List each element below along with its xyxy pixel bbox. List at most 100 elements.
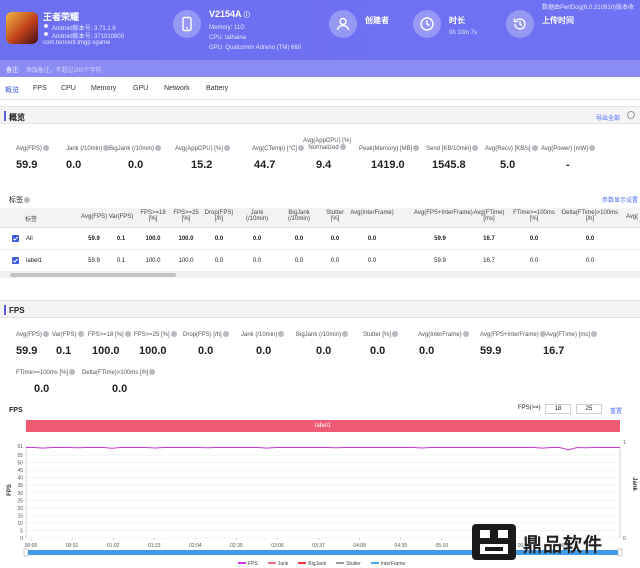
y2-axis-title: Jank [630,477,637,491]
table-horizontal-scrollbar[interactable] [0,272,640,278]
export-all-link[interactable]: 导出全部 [596,113,620,122]
help-icon[interactable] [149,369,156,375]
table-cell: 0.0 [529,258,539,264]
table-header-cell[interactable]: Avg( [622,214,640,220]
legend-label: Stutter [346,561,361,567]
help-icon[interactable] [342,331,349,337]
fps-metric-value: 0.0 [198,345,214,357]
table-header-cell[interactable]: FPS>=25 [%] [170,210,202,222]
fps-metric-value: 100.0 [92,345,120,357]
user-icon [329,10,357,38]
y-tick-label: 0 [20,536,23,542]
help-icon[interactable] [591,331,598,337]
legend-item[interactable]: Jank [267,561,288,567]
help-icon[interactable] [531,145,538,151]
tab-overview[interactable]: 概览 [5,85,19,95]
help-icon[interactable] [413,145,420,151]
help-icon[interactable] [42,331,49,337]
overview-metric-value: 9.4 [316,159,332,171]
x-tick-label: 02:04 [189,543,202,549]
table-header-cell[interactable]: Avg(InterFrame) [348,210,396,216]
tab-cpu[interactable]: CPU [61,85,76,92]
table-header-cell[interactable]: Avg(FPS) [80,214,108,220]
help-icon[interactable] [222,331,229,337]
help-icon[interactable] [539,331,546,337]
reset-link[interactable]: 重置 [610,406,622,415]
y-tick-label: 55 [17,453,23,459]
legend-label: InterFrame [380,561,406,567]
fps-threshold-input-2[interactable]: 25 [576,404,602,414]
table-row[interactable]: label1 59.9 0.1 100.0 100.0 0.0 0.0 0.0 0.0 0.0 59… [0,250,640,272]
y-tick-label: 25 [17,498,23,504]
row-checkbox[interactable] [12,257,19,264]
legend-item[interactable]: Stutter [336,561,361,567]
x-tick-label: 02:35 [230,543,243,549]
row-checkbox[interactable] [12,235,19,242]
legend-item[interactable]: FPS [238,561,258,567]
fps-metric-label: Avg(FPS+InterFrame) [480,331,546,338]
fps-threshold-input-1[interactable]: 18 [545,404,571,414]
help-icon[interactable] [472,145,479,151]
help-icon[interactable] [462,331,469,337]
help-icon[interactable] [278,331,285,337]
tab-gpu[interactable]: GPU [133,85,148,92]
x-tick-label: 00:00 [25,543,38,549]
table-header-cell[interactable]: Stutter [%] [322,210,348,222]
legend-swatch [336,562,345,564]
note-input[interactable]: 添加备注，不超过200个字符 [26,68,102,74]
table-row[interactable]: All 59.9 0.1 100.0 100.0 0.0 0.0 0.0 0.0 0.0 59.9 1… [0,228,640,250]
table-header-cell[interactable]: 标签 [22,214,40,223]
table-cell: 0.0 [585,258,595,264]
help-icon[interactable] [42,145,49,151]
tab-memory[interactable]: Memory [91,85,116,92]
y2-tick-label: 0 [623,536,626,542]
table-cell: 0.0 [294,258,304,264]
table-header-cell[interactable]: Delta(FTime)>100ms [/h] [560,210,620,222]
overview-metric-label: Avg(AppCPU) [%] [175,145,230,152]
y2-tick-label: 1 [623,440,626,446]
help-icon[interactable] [69,369,76,375]
help-icon[interactable] [588,145,595,151]
phone-icon [173,10,201,38]
legend-swatch [267,562,276,564]
tab-network[interactable]: Network [164,85,190,92]
tab-fps[interactable]: FPS [33,85,47,92]
overview-metric-value: 44.7 [254,159,276,171]
x-tick-label: 04:39 [394,543,407,549]
table-cell: 0.0 [252,236,262,242]
android-icon [44,24,48,28]
chart-title: FPS [9,407,23,414]
table-header-cell[interactable]: BigJank (/10min) [280,210,318,222]
param-settings-link[interactable]: 参数显示设置 [602,195,638,204]
help-icon[interactable] [24,197,30,203]
table-header-cell[interactable]: Drop(FPS) [/h] [204,210,234,222]
tab-bar: 概览 FPS CPU Memory GPU Network Battery [0,80,640,100]
clock-icon [413,10,441,38]
info-icon: ⓘ [243,13,250,19]
help-icon[interactable] [339,144,346,150]
table-cell: 59.9 [88,236,100,242]
table-header-cell[interactable]: FTime>=100ms [%] [512,210,556,222]
help-icon[interactable] [124,331,131,337]
table-header-cell[interactable]: Avg(FTime) [ms] [472,210,506,222]
y-axis-title: FPS [6,484,13,496]
android-code: Android版本号: 371010800 [52,34,125,40]
overview-metric-value: 59.9 [16,159,38,171]
legend-item[interactable]: InterFrame [370,561,406,567]
tab-battery[interactable]: Battery [206,85,228,92]
help-icon[interactable] [223,145,230,151]
help-icon[interactable] [170,331,177,337]
help-icon[interactable] [155,145,162,151]
note-bar[interactable]: 备注: 添加备注，不超过200个字符 [0,60,640,77]
table-header-cell[interactable]: Var(FPS) [108,214,134,220]
help-icon[interactable] [77,331,84,337]
scrollbar-thumb[interactable] [10,273,176,277]
help-icon[interactable] [627,111,635,119]
table-header-cell[interactable]: FPS>=18 [%] [138,210,168,222]
y-tick-label: 35 [17,483,23,489]
table-header-cell[interactable]: Jank (/10min) [240,210,274,222]
help-icon[interactable] [392,331,399,337]
table-header-cell[interactable]: Avg(FPS+InterFrame) [414,210,473,216]
legend-swatch [370,562,379,564]
legend-item[interactable]: BigJank [298,561,326,567]
